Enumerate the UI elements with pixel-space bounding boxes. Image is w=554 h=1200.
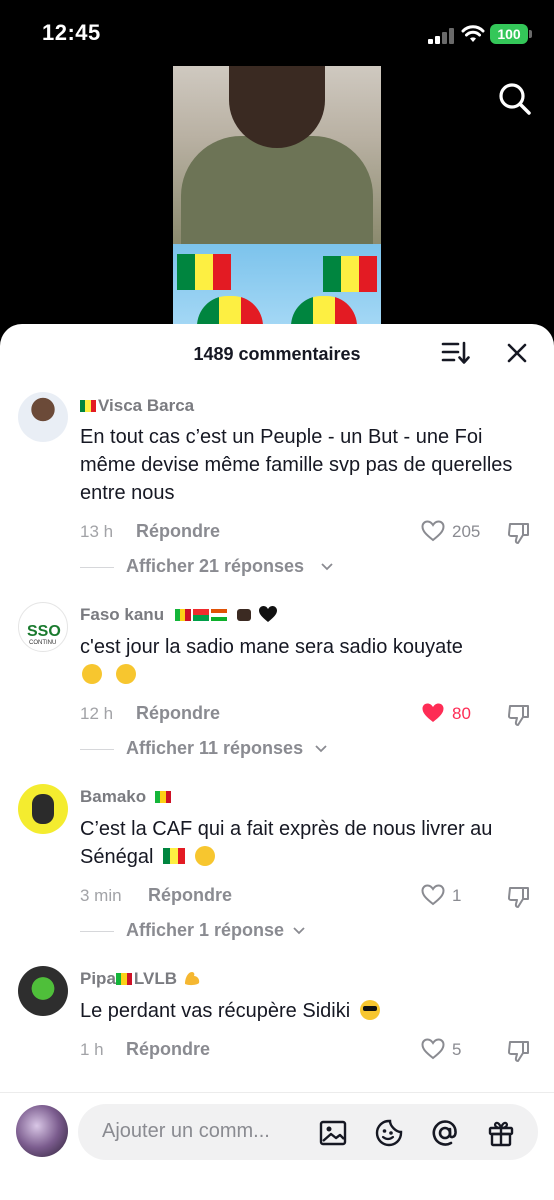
comment-time: 1 h — [80, 1040, 104, 1059]
like-button[interactable]: 205 — [420, 519, 480, 545]
flexed-biceps-icon — [184, 972, 199, 986]
reply-button[interactable]: Répondre — [148, 885, 232, 906]
laughing-emoji-icon — [115, 664, 136, 684]
close-icon[interactable] — [504, 340, 530, 366]
comment-username[interactable]: Bamako — [80, 787, 173, 807]
video-frame-person — [173, 66, 381, 246]
black-heart-icon — [259, 606, 278, 622]
sunglasses-emoji-icon — [359, 1000, 380, 1020]
avatar[interactable] — [18, 784, 68, 834]
gift-icon[interactable] — [486, 1118, 516, 1148]
dislike-icon[interactable] — [506, 702, 532, 728]
mali-flag-icon — [174, 606, 191, 621]
niger-flag-icon — [210, 609, 227, 621]
battery-indicator: 100 — [490, 24, 532, 44]
dislike-icon[interactable] — [506, 1038, 532, 1064]
reply-button[interactable]: Répondre — [126, 1039, 210, 1060]
comment-username[interactable]: Pipa LVLB — [80, 969, 202, 989]
heart-icon — [421, 884, 445, 906]
comment-text: C’est la CAF qui a fait exprès de nous l… — [80, 818, 493, 868]
like-button[interactable]: 1 — [420, 883, 461, 909]
comment-text: En tout cas c’est un Peuple - un But - u… — [80, 426, 513, 504]
comment-time: 13 h — [80, 522, 114, 541]
video-thumbnail[interactable] — [173, 66, 381, 336]
signal-icon — [428, 28, 456, 44]
heart-icon — [421, 1038, 445, 1060]
like-count: 80 — [452, 704, 471, 723]
avatar[interactable]: SSO CONTINU — [18, 602, 68, 652]
status-time: 12:45 — [42, 20, 101, 45]
dislike-icon[interactable] — [506, 520, 532, 546]
mention-icon[interactable] — [430, 1118, 460, 1148]
current-user-avatar[interactable] — [16, 1105, 68, 1157]
search-icon[interactable] — [496, 80, 534, 118]
heart-icon — [422, 703, 444, 722]
reply-button[interactable]: Répondre — [136, 521, 220, 542]
chevron-down-icon — [321, 563, 333, 571]
comment-text: Le perdant vas récupère Sidiki — [80, 997, 530, 1025]
chevron-down-icon — [315, 745, 327, 753]
like-button[interactable]: 5 — [420, 1037, 461, 1063]
sort-icon[interactable] — [441, 340, 471, 366]
burkina-flag-icon — [192, 609, 209, 621]
avatar[interactable] — [18, 392, 68, 442]
senegal-flag-graphic — [177, 254, 231, 290]
chevron-down-icon — [293, 927, 305, 935]
crying-emoji-icon — [194, 846, 215, 866]
like-button[interactable]: 80 — [420, 701, 471, 727]
senegal-flag-icon — [162, 844, 185, 864]
dislike-icon[interactable] — [506, 884, 532, 910]
avatar[interactable] — [18, 966, 68, 1016]
heart-icon — [421, 520, 445, 542]
mali-flag-icon — [115, 970, 132, 985]
mali-flag-icon — [154, 788, 171, 803]
like-count: 1 — [452, 886, 462, 905]
wifi-icon — [461, 25, 485, 42]
video-frame-cartoon — [173, 244, 381, 336]
comment-username[interactable]: Visca Barca — [80, 396, 194, 416]
comment-input-bar: Ajouter un comm... — [0, 1093, 554, 1200]
laughing-emoji-icon — [82, 664, 102, 684]
senegal-flag-graphic — [323, 256, 377, 292]
sticker-icon[interactable] — [374, 1118, 404, 1148]
comment-text: c'est jour la sadio mane sera sadio kouy… — [80, 633, 530, 689]
like-count: 205 — [452, 522, 481, 541]
comment-time: 3 min — [80, 886, 122, 905]
comment-username[interactable]: Faso kanu — [80, 605, 278, 625]
image-icon[interactable] — [318, 1118, 348, 1148]
comment-input[interactable]: Ajouter un comm... — [78, 1104, 538, 1160]
comment-input-placeholder: Ajouter un comm... — [102, 1120, 270, 1142]
like-count: 5 — [452, 1040, 462, 1059]
fist-icon — [236, 609, 251, 621]
comment-time: 12 h — [80, 704, 114, 723]
reply-button[interactable]: Répondre — [136, 703, 220, 724]
senegal-flag-icon — [80, 397, 96, 412]
status-bar: 12:45 100 — [0, 0, 554, 66]
